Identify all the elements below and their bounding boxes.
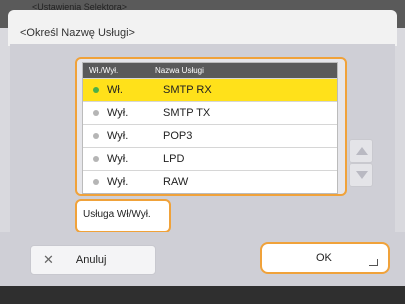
row-service-name: POP3	[163, 130, 193, 142]
row-service-name: SMTP TX	[163, 107, 211, 119]
bottom-bar	[0, 286, 405, 304]
row-service-name: RAW	[163, 176, 189, 188]
row-service-name: LPD	[163, 153, 185, 165]
status-dot-icon	[93, 110, 99, 116]
row-status: Wył.	[107, 107, 129, 119]
row-status: Wył.	[107, 130, 129, 142]
ok-button[interactable]: OK	[260, 242, 390, 274]
table-row[interactable]: Wył. POP3	[83, 124, 337, 147]
enter-icon	[369, 259, 378, 266]
table-row[interactable]: Wył. LPD	[83, 147, 337, 170]
scroll-down-button[interactable]	[349, 163, 373, 187]
status-dot-icon	[93, 156, 99, 162]
column-header-name: Nazwa Usługi	[155, 66, 204, 75]
status-dot-icon	[93, 179, 99, 185]
page-title: <Określ Nazwę Usługi>	[20, 27, 135, 39]
row-status: Wył.	[107, 153, 129, 165]
column-header-status: Wł./Wył.	[89, 66, 119, 75]
scroll-up-button[interactable]	[349, 139, 373, 163]
triangle-up-icon	[356, 147, 368, 155]
service-table: Wł./Wył. Nazwa Usługi Wł. SMTP RX Wył. S…	[82, 62, 338, 194]
service-toggle-button[interactable]: Usługa Wł/Wył.	[75, 199, 171, 233]
cancel-label: Anuluj	[75, 254, 107, 266]
table-row[interactable]: Wył. SMTP TX	[83, 101, 337, 124]
ok-label: OK	[316, 252, 332, 264]
table-row[interactable]: Wł. SMTP RX	[83, 78, 337, 101]
close-icon: ✕	[43, 252, 54, 267]
table-row[interactable]: Wył. RAW	[83, 170, 337, 193]
cancel-button[interactable]: ✕ Anuluj	[30, 245, 156, 275]
row-service-name: SMTP RX	[163, 84, 212, 96]
status-dot-icon	[93, 133, 99, 139]
triangle-down-icon	[356, 171, 368, 179]
table-header: Wł./Wył. Nazwa Usługi	[83, 63, 337, 78]
status-dot-icon	[93, 87, 99, 93]
row-status: Wył.	[107, 176, 129, 188]
row-status: Wł.	[107, 84, 123, 96]
